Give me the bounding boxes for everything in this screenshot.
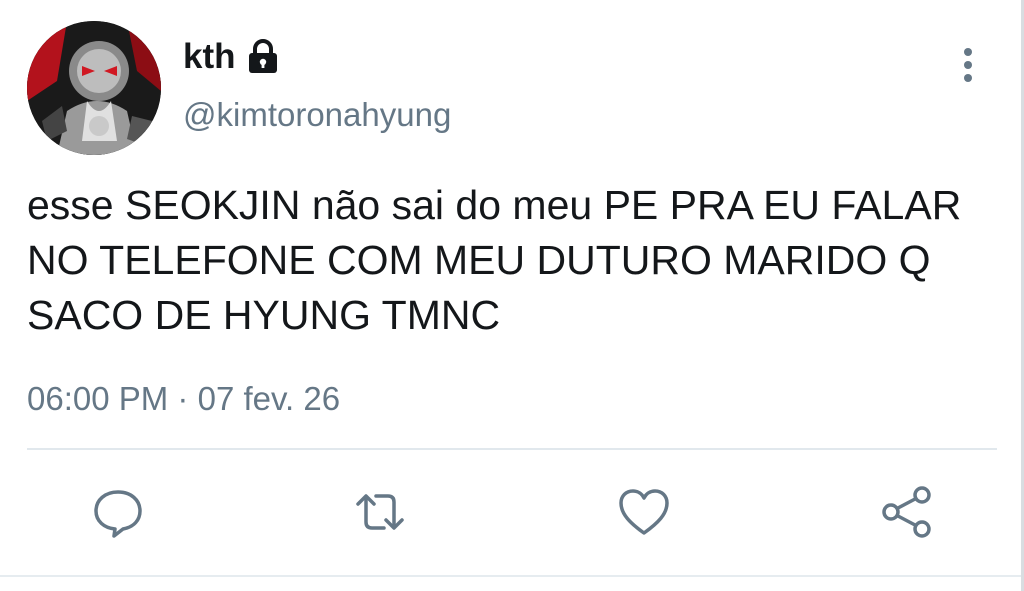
lock-icon — [246, 39, 280, 75]
share-icon — [882, 486, 931, 538]
tweet-date: 07 fev. 26 — [197, 380, 341, 417]
user-handle[interactable]: @kimtoronahyung — [183, 95, 451, 135]
share-button[interactable] — [880, 484, 936, 540]
reply-button[interactable] — [90, 484, 146, 540]
tweet-text: esse SEOKJIN não sai do meu PE PRA EU FA… — [27, 182, 962, 338]
retweet-icon — [356, 494, 404, 530]
heart-icon — [619, 489, 669, 535]
more-vertical-icon[interactable] — [952, 44, 984, 86]
display-name-text: kth — [183, 37, 236, 76]
like-button[interactable] — [616, 484, 672, 540]
meta-separator: · — [177, 380, 189, 417]
avatar[interactable] — [27, 21, 161, 155]
reply-icon — [94, 490, 142, 538]
display-name[interactable]: kth — [183, 36, 280, 78]
divider — [27, 448, 997, 450]
tweet-timestamp: 06:00 PM · 07 fev. 26 — [27, 378, 340, 420]
avatar-image — [27, 21, 161, 155]
bottom-border — [0, 575, 1024, 577]
tweet-time: 06:00 PM — [27, 380, 169, 417]
tweet-card: kth @kimtoronahyung esse SEOKJIN não sai… — [0, 0, 1024, 591]
retweet-button[interactable] — [352, 484, 408, 540]
